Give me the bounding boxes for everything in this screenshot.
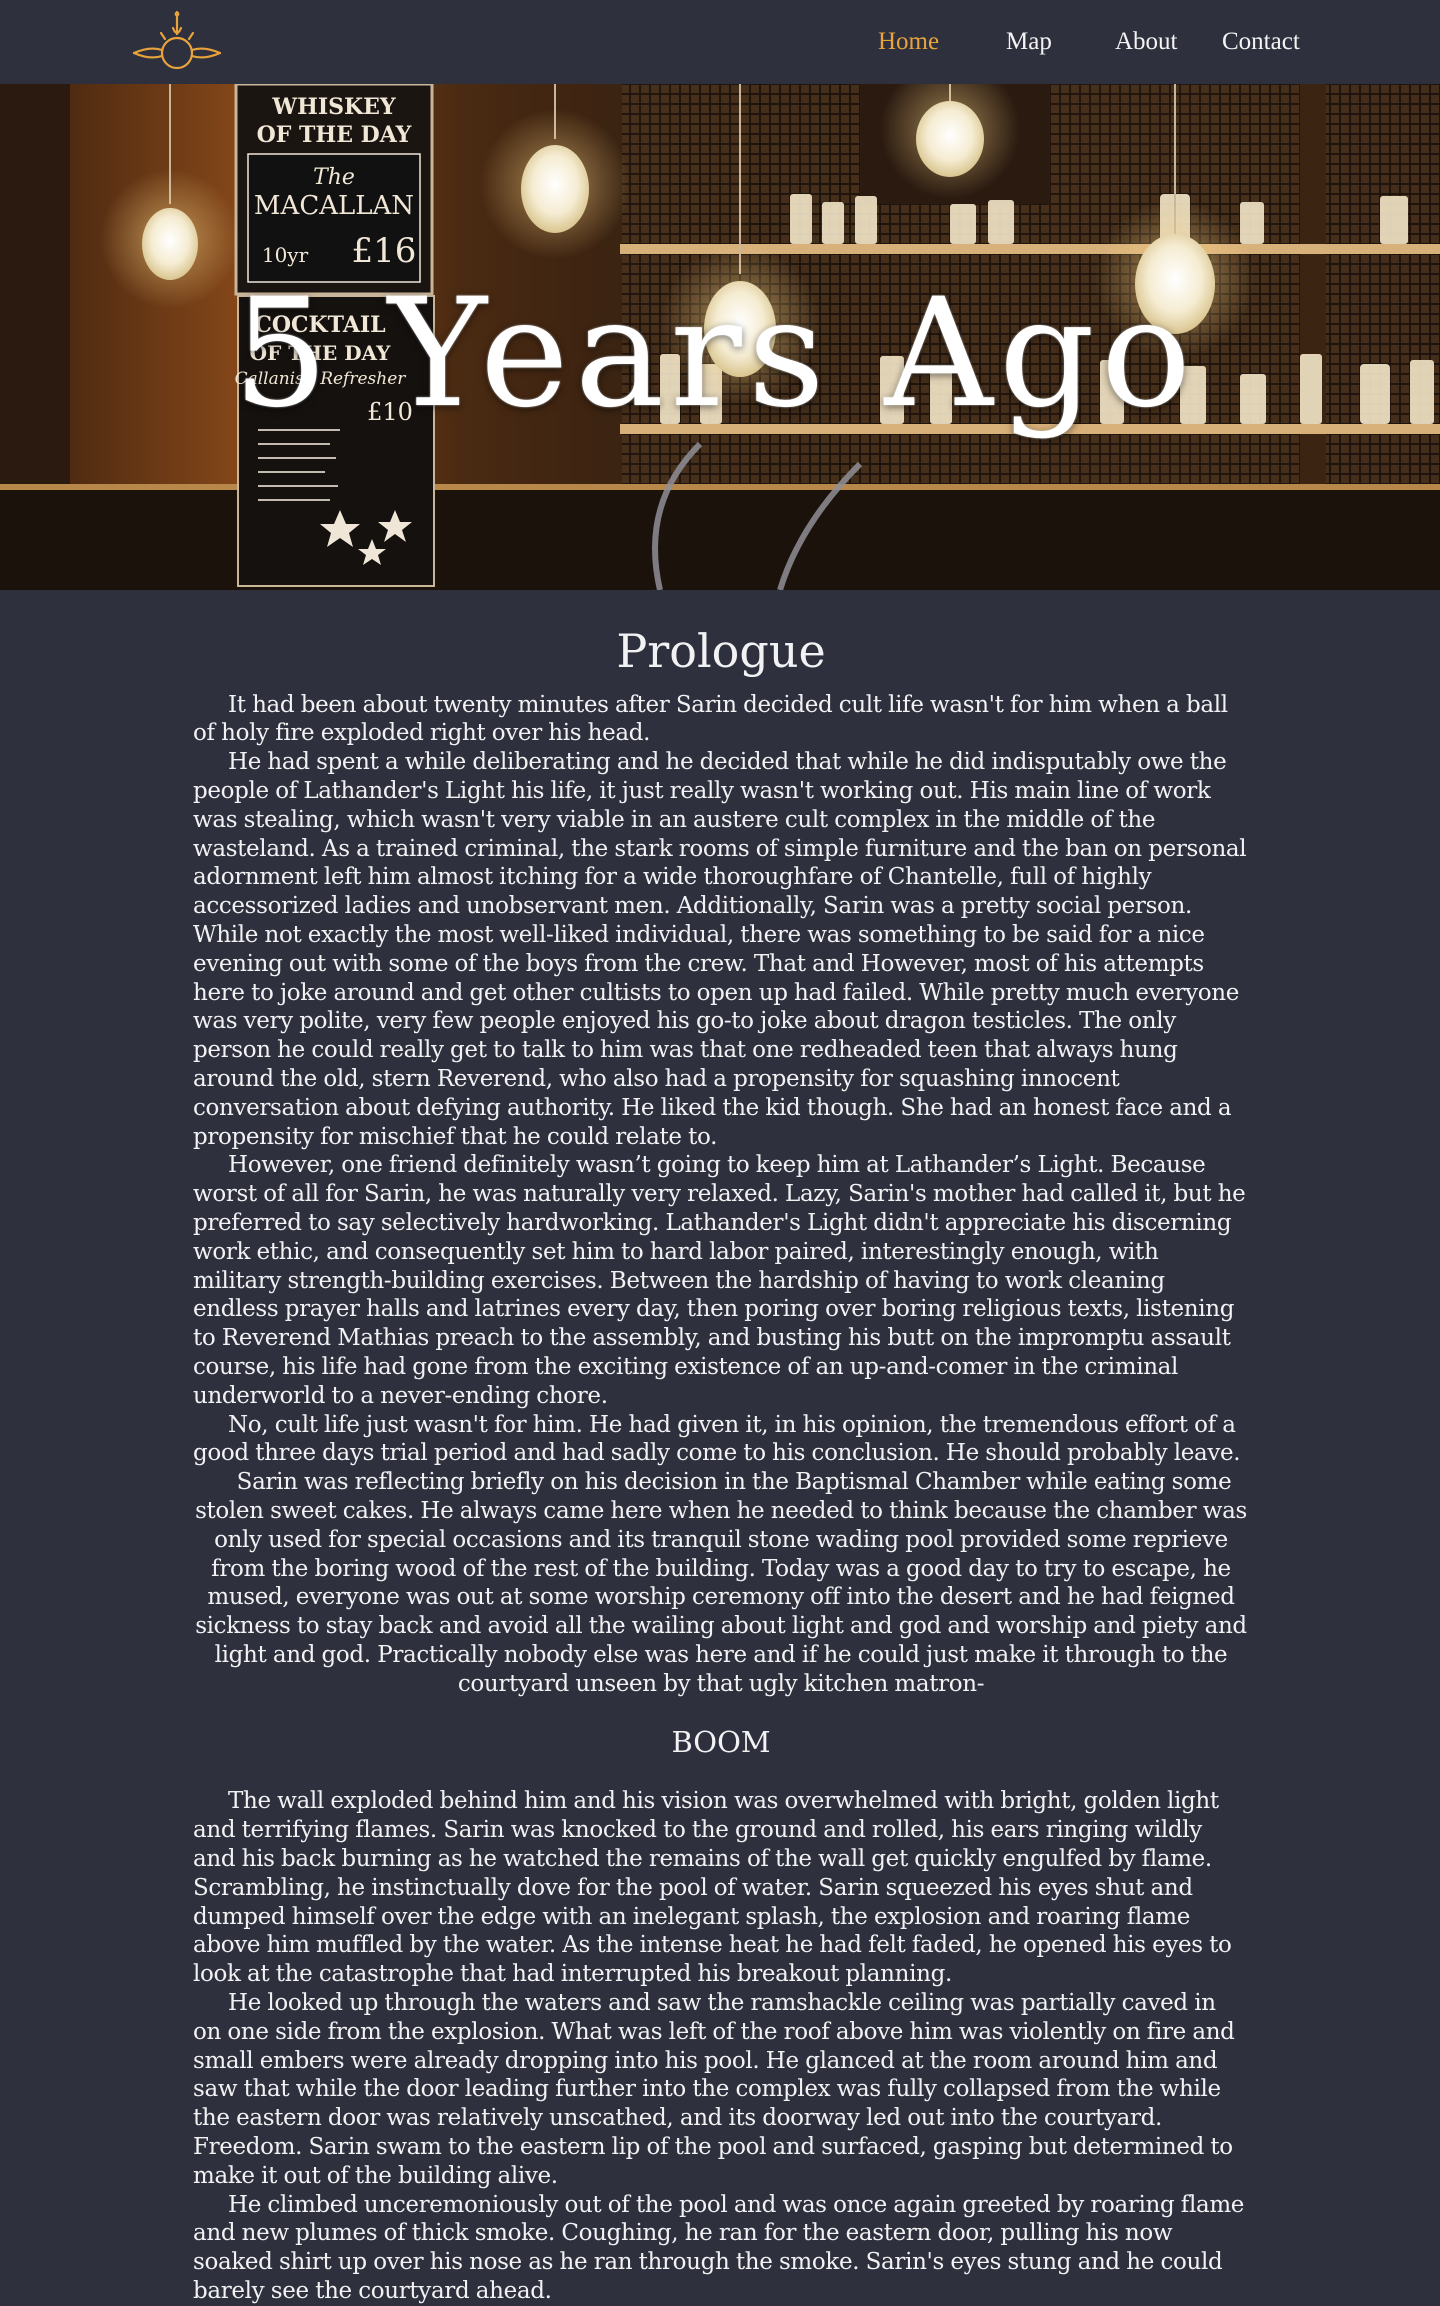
hero-title: 5 Years Ago xyxy=(232,267,1198,441)
site-header: Home Map About Contact xyxy=(0,0,1440,84)
whiskey-sign-the: The xyxy=(313,165,355,190)
story-paragraph: The wall exploded behind him and his vis… xyxy=(193,1788,1232,1988)
nav-map-link[interactable]: Map xyxy=(1006,28,1052,56)
story-paragraph: He had spent a while deliberating and he… xyxy=(193,749,1247,1150)
story-content: Prologue It had been about twenty minute… xyxy=(193,626,1249,2306)
nav-about-link[interactable]: About xyxy=(1115,28,1178,56)
chapter-title: Prologue xyxy=(616,624,826,678)
story-paragraph: It had been about twenty minutes after S… xyxy=(193,691,1228,747)
story-paragraph-centered: Sarin was reflecting briefly on his deci… xyxy=(195,1469,1247,1697)
story-paragraph: However, one friend definitely wasn’t go… xyxy=(193,1152,1246,1409)
story-paragraph: He climbed unceremoniously out of the po… xyxy=(193,2191,1245,2305)
whiskey-sign-price: £16 xyxy=(352,231,417,271)
whiskey-sign-age: 10yr xyxy=(262,243,309,267)
nav-contact-link[interactable]: Contact xyxy=(1222,28,1300,56)
whiskey-sign-line1: WHISKEY xyxy=(271,94,396,120)
hero-banner: WHISKEY OF THE DAY The MACALLAN 10yr £16… xyxy=(0,84,1440,590)
story-paragraph: No, cult life just wasn't for him. He ha… xyxy=(193,1411,1241,1467)
nav-home-link[interactable]: Home xyxy=(878,28,939,56)
main-nav: Home Map About Contact xyxy=(0,0,1440,84)
boom-heading: BOOM xyxy=(671,1725,771,1760)
story-paragraph: He looked up through the waters and saw … xyxy=(193,1990,1235,2189)
whiskey-sign-macallan: MACALLAN xyxy=(254,191,414,221)
whiskey-sign-line2: OF THE DAY xyxy=(257,122,412,148)
